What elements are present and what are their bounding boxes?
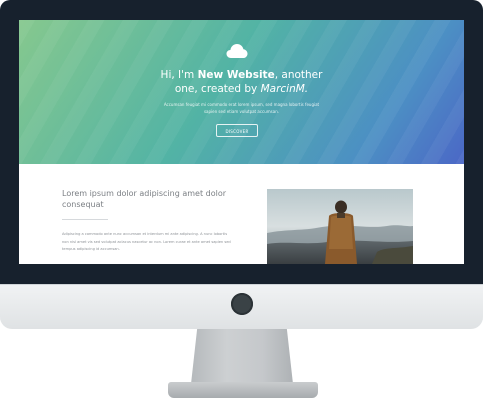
content-divider: [62, 219, 108, 220]
photo-illustration: [267, 189, 413, 264]
hero-subtitle: Accumsan feugiat mi commodo erat lorem i…: [163, 102, 320, 114]
hero-banner: Hi, I'm New Website, another one, create…: [19, 20, 464, 164]
hero-title-prefix: Hi, I'm: [160, 69, 198, 81]
power-button: [231, 293, 253, 315]
hero-title-middle: , another: [274, 69, 323, 81]
monitor-stand-foot: [168, 382, 318, 398]
content-photo: [267, 189, 413, 264]
content-body: Adipiscing a commodo ante nunc accumsan …: [62, 232, 231, 251]
monitor-stand-neck: [191, 329, 293, 384]
monitor-screen: Hi, I'm New Website, another one, create…: [19, 20, 464, 264]
hero-title-line2: one, created by: [174, 83, 261, 95]
content-section: Lorem ipsum dolor adipiscing amet dolor …: [19, 164, 464, 264]
hero-title-bold: New Website: [197, 69, 275, 81]
monitor-mockup: Hi, I'm New Website, another one, create…: [0, 0, 483, 400]
discover-button[interactable]: DISCOVER: [216, 124, 258, 137]
hero-title: Hi, I'm New Website, another one, create…: [19, 68, 464, 96]
cloud-icon: [226, 44, 248, 58]
content-heading: Lorem ipsum dolor adipiscing amet dolor …: [62, 189, 227, 209]
hero-title-author: MarcinM.: [260, 83, 309, 95]
